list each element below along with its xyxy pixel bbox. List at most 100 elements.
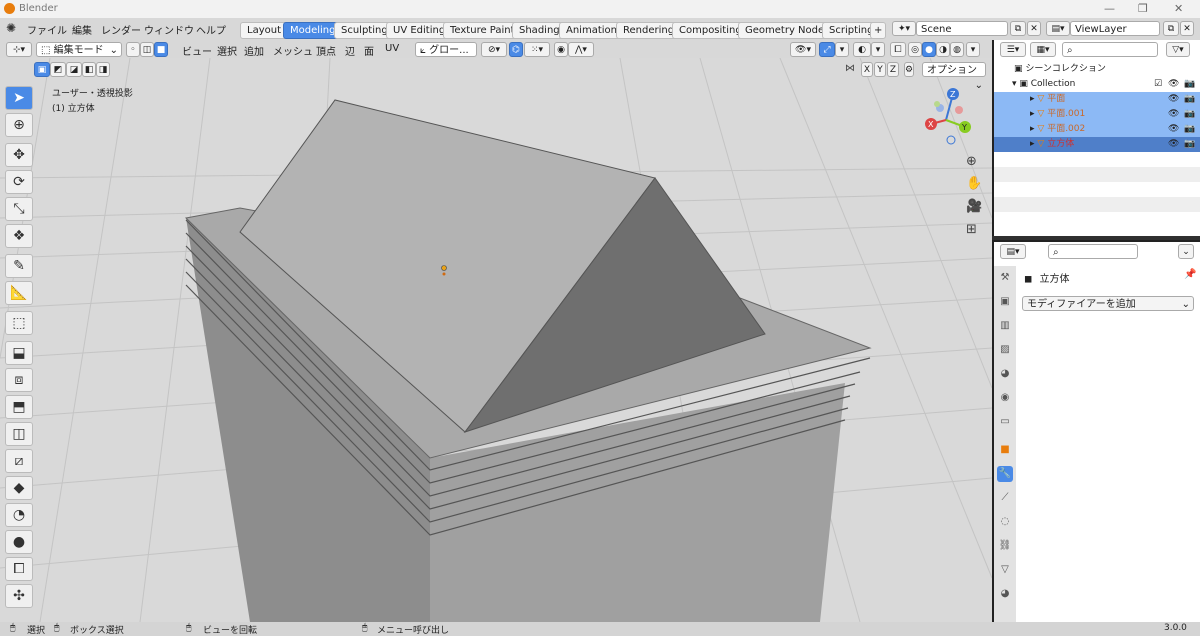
menu-vertex[interactable]: 頂点 — [316, 43, 336, 58]
loop-cut-tool-icon[interactable]: ◫ — [5, 422, 33, 446]
select-new-icon[interactable]: ▣ — [34, 62, 50, 77]
menu-render[interactable]: レンダー — [101, 22, 141, 37]
new-view-layer-icon[interactable]: ⧉ — [1163, 21, 1179, 36]
menu-edge[interactable]: 辺 — [345, 43, 355, 58]
wireframe-shading-icon[interactable]: ◎ — [908, 42, 922, 57]
transform-tool-icon[interactable]: ❖ — [5, 224, 33, 248]
scene-selector-icon[interactable]: ✦▾ — [892, 21, 916, 36]
navigation-gizmo[interactable]: Z X Y — [918, 86, 978, 148]
add-cube-tool-icon[interactable]: ⬚ — [5, 311, 33, 335]
overlay-toggle-icon[interactable]: ◐ — [853, 42, 871, 57]
collection-tab-icon[interactable]: ▭ — [997, 414, 1013, 430]
camera-icon[interactable]: 📷 — [1184, 107, 1195, 122]
gizmo-dropdown-icon[interactable]: ▾ — [835, 42, 849, 57]
world-tab-icon[interactable]: ◉ — [997, 390, 1013, 406]
camera-view-icon[interactable]: 🎥 — [966, 199, 982, 214]
visibility-icon[interactable]: 👁▾ — [790, 42, 816, 57]
tab-texture-paint[interactable]: Texture Paint — [443, 22, 522, 39]
cursor-tool-icon[interactable]: ⊕ — [5, 113, 33, 137]
eye-icon[interactable]: 👁 — [1168, 77, 1179, 92]
properties-editor-type-icon[interactable]: ▤▾ — [1000, 244, 1026, 259]
checkbox-icon[interactable]: ☑ — [1154, 77, 1162, 92]
outliner-editor-type-icon[interactable]: ☰▾ — [1000, 42, 1026, 57]
transform-orientation-select[interactable]: ⟀ グロー... — [415, 42, 477, 57]
perspective-grid-icon[interactable]: ⊞ — [966, 222, 977, 237]
delete-view-layer-icon[interactable]: ✕ — [1180, 21, 1194, 36]
blender-menu-icon[interactable]: ✺ — [6, 21, 16, 35]
outliner-item[interactable]: ▸ ▽ 平面.002 👁 📷 — [994, 122, 1200, 137]
material-shading-icon[interactable]: ◑ — [936, 42, 950, 57]
menu-select[interactable]: 選択 — [217, 43, 237, 58]
material-tab-icon[interactable]: ◕ — [997, 586, 1013, 602]
tab-layout[interactable]: Layout — [240, 22, 288, 39]
properties-options-icon[interactable]: ⌄ — [1178, 244, 1194, 259]
menu-face[interactable]: 面 — [364, 43, 374, 58]
spin-tool-icon[interactable]: ◔ — [5, 503, 33, 527]
display-mode-icon[interactable]: ▦▾ — [1030, 42, 1056, 57]
add-modifier-dropdown[interactable]: モディファイアーを追加 ⌄ — [1022, 296, 1194, 311]
eye-icon[interactable]: 👁 — [1168, 137, 1179, 152]
mirror-y-toggle[interactable]: Y — [874, 62, 886, 77]
outliner-search-input[interactable]: ⌕ — [1062, 42, 1158, 57]
constraints-tab-icon[interactable]: ⛓ — [997, 538, 1013, 554]
move-tool-icon[interactable]: ✥ — [5, 143, 33, 167]
view-layer-name-field[interactable]: ViewLayer — [1070, 21, 1160, 36]
shrink-fatten-tool-icon[interactable]: ✣ — [5, 584, 33, 608]
snap-target-icon[interactable]: ⁙▾ — [524, 42, 550, 57]
tool-settings-icon[interactable]: ⚙ — [904, 62, 914, 77]
bevel-tool-icon[interactable]: ⬒ — [5, 395, 33, 419]
delete-scene-icon[interactable]: ✕ — [1027, 21, 1041, 36]
menu-uv[interactable]: UV — [385, 43, 399, 54]
object-tab-icon[interactable]: ■ — [997, 442, 1013, 458]
outliner-item[interactable]: ▸ ▽ 平面.001 👁 📷 — [994, 107, 1200, 122]
3d-viewport[interactable]: ユーザー・透視投影 (1) 立方体 Z X Y ⊕ ✋ 🎥 ⊞ — [0, 58, 992, 622]
menu-mesh[interactable]: メッシュ — [273, 43, 313, 58]
pin-icon[interactable]: 📌 — [1184, 269, 1196, 280]
measure-tool-icon[interactable]: 📐 — [5, 281, 33, 305]
shading-dropdown-icon[interactable]: ▾ — [966, 42, 980, 57]
mirror-x-toggle[interactable]: X — [861, 62, 873, 77]
select-invert-icon[interactable]: ◧ — [82, 62, 96, 77]
select-extend-icon[interactable]: ◩ — [50, 62, 66, 77]
camera-icon[interactable]: 📷 — [1184, 122, 1195, 137]
eye-icon[interactable]: 👁 — [1168, 107, 1179, 122]
vertex-select-icon[interactable]: ◦ — [126, 42, 140, 57]
output-tab-icon[interactable]: ▥ — [997, 318, 1013, 334]
select-tool-icon[interactable]: ➤ — [5, 86, 33, 110]
solid-shading-icon[interactable]: ● — [922, 42, 936, 57]
zoom-icon[interactable]: ⊕ — [966, 154, 977, 169]
camera-icon[interactable]: 📷 — [1184, 77, 1195, 92]
filter-icon[interactable]: ▽▾ — [1166, 42, 1190, 57]
proportional-edit-icon[interactable]: ◉ — [554, 42, 568, 57]
mirror-z-toggle[interactable]: Z — [887, 62, 899, 77]
minimize-icon[interactable]: — — [1104, 2, 1115, 15]
menu-window[interactable]: ウィンドウ — [144, 22, 194, 37]
camera-icon[interactable]: 📷 — [1184, 137, 1195, 152]
modifier-tab-icon[interactable]: 🔧 — [997, 466, 1013, 482]
eye-icon[interactable]: 👁 — [1168, 122, 1179, 137]
outliner-item[interactable]: ▸ ▽ 平面 👁 📷 — [994, 92, 1200, 107]
menu-file[interactable]: ファイル — [27, 22, 67, 37]
physics-tab-icon[interactable]: ◌ — [997, 514, 1013, 530]
options-dropdown[interactable]: オプション ⌄ — [922, 62, 986, 91]
menu-help[interactable]: ヘルプ — [196, 22, 226, 37]
xray-toggle-icon[interactable]: ⧠ — [890, 42, 906, 57]
inset-tool-icon[interactable]: ⧈ — [5, 368, 33, 392]
particles-tab-icon[interactable]: ⟋ — [997, 490, 1013, 506]
poly-build-tool-icon[interactable]: ◆ — [5, 476, 33, 500]
editor-type-icon[interactable]: ⊹▾ — [6, 42, 32, 57]
smooth-tool-icon[interactable]: ● — [5, 530, 33, 554]
edge-select-icon[interactable]: ◫ — [140, 42, 154, 57]
scale-tool-icon[interactable]: ⤡ — [5, 197, 33, 221]
outliner-collection[interactable]: ▾ ▣ Collection ☑ 👁 📷 — [994, 77, 1200, 92]
snap-toggle-icon[interactable]: ⌬ — [509, 42, 523, 57]
face-select-icon[interactable]: ■ — [154, 42, 168, 57]
view-layer-tab-icon[interactable]: ▨ — [997, 342, 1013, 358]
gizmo-toggle-icon[interactable]: ⤢ — [819, 42, 835, 57]
data-tab-icon[interactable]: ▽ — [997, 562, 1013, 578]
knife-tool-icon[interactable]: ⧄ — [5, 449, 33, 473]
annotate-tool-icon[interactable]: ✎ — [5, 254, 33, 278]
maximize-icon[interactable]: ❐ — [1138, 2, 1148, 15]
outliner-scene-collection[interactable]: ▣ シーンコレクション — [994, 62, 1200, 77]
scene-name-field[interactable]: Scene — [916, 21, 1008, 36]
